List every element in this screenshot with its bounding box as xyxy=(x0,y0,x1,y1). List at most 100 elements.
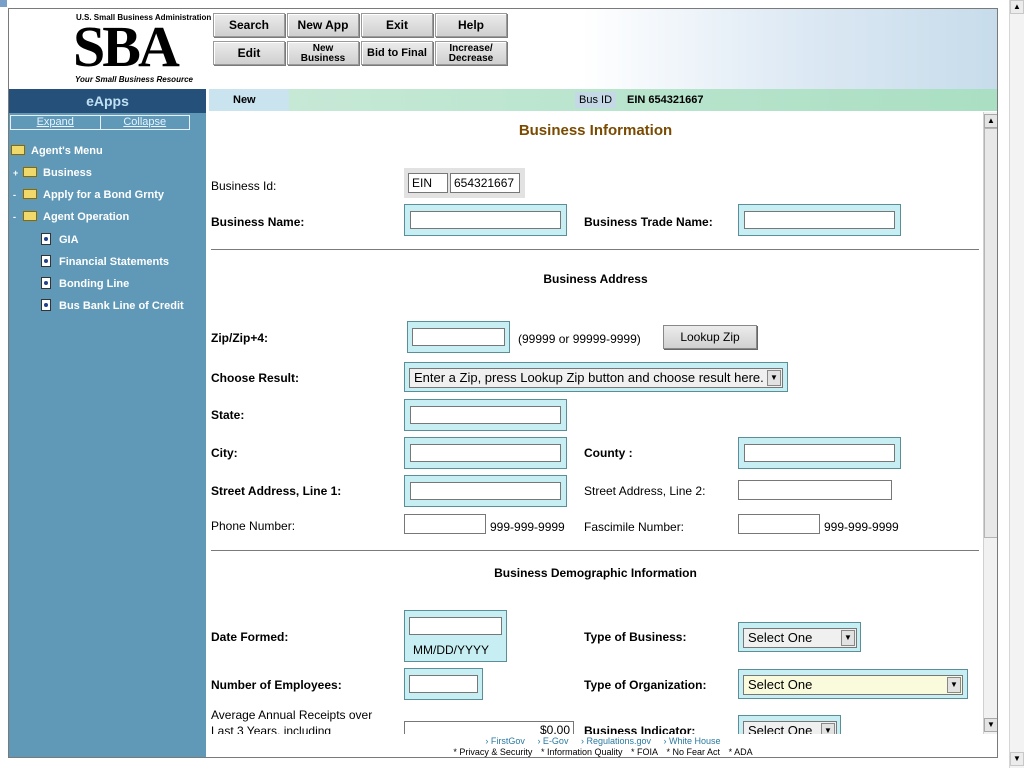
sidebar: eApps Expand Collapse Agent's Menu + Busi… xyxy=(9,89,206,757)
street2-input[interactable] xyxy=(738,480,892,500)
new-business-button[interactable]: New Business xyxy=(287,41,359,65)
city-wrap xyxy=(404,437,567,469)
sidebar-item-gia[interactable]: GIA xyxy=(41,233,79,246)
collapse-link[interactable]: Collapse xyxy=(101,116,190,129)
folder-icon xyxy=(23,167,37,177)
phone-label: Phone Number: xyxy=(211,519,296,533)
content-scrollbar[interactable]: ▲ ▼ xyxy=(983,112,997,734)
document-icon xyxy=(41,233,51,245)
lookup-zip-button[interactable]: Lookup Zip xyxy=(663,325,757,349)
sba-logo: SBA xyxy=(73,14,180,79)
zip-wrap xyxy=(407,321,510,353)
receipts-label-1: Average Annual Receipts over xyxy=(211,708,373,722)
edit-button[interactable]: Edit xyxy=(213,41,285,65)
help-button[interactable]: Help xyxy=(435,13,507,37)
state-label: State: xyxy=(211,408,245,422)
new-app-button[interactable]: New App xyxy=(287,13,359,37)
date-format-hint: MM/DD/YYYY xyxy=(413,643,490,657)
sidebar-item-apply-bond[interactable]: - Apply for a Bond Grnty xyxy=(13,189,164,201)
type-business-wrap: Select One ▼ xyxy=(738,622,861,652)
sidebar-item-financial-statements[interactable]: Financial Statements xyxy=(41,255,169,268)
phone-input[interactable] xyxy=(404,514,486,534)
trade-name-label: Business Trade Name: xyxy=(584,215,713,229)
footer-link-firstgov[interactable]: › FirstGov xyxy=(485,736,525,746)
sidebar-item-bus-bank-line[interactable]: Bus Bank Line of Credit xyxy=(41,299,184,312)
trade-name-input[interactable] xyxy=(744,211,895,229)
agents-menu-label: Agent's Menu xyxy=(31,145,103,157)
employees-input[interactable] xyxy=(409,675,478,693)
street1-label: Street Address, Line 1: xyxy=(211,484,342,498)
document-icon xyxy=(41,277,51,289)
type-business-select[interactable]: Select One ▼ xyxy=(743,628,857,648)
employees-wrap xyxy=(404,668,483,700)
form-content: Business Information Business Id: EIN 65… xyxy=(209,112,982,745)
sidebar-item-label: Business xyxy=(43,167,92,179)
choose-result-select[interactable]: Enter a Zip, press Lookup Zip button and… xyxy=(409,368,783,388)
document-icon xyxy=(41,299,51,311)
trade-name-wrap xyxy=(738,204,901,236)
window-scroll-down-icon[interactable]: ▼ xyxy=(1010,752,1024,766)
window-scrollbar[interactable]: ▲ ▼ xyxy=(1009,0,1024,768)
date-formed-label: Date Formed: xyxy=(211,630,289,644)
type-org-label: Type of Organization: xyxy=(584,678,707,692)
business-name-input[interactable] xyxy=(410,211,561,229)
footer-link-nofear[interactable]: * No Fear Act xyxy=(667,747,721,757)
type-org-select[interactable]: Select One ▼ xyxy=(743,675,963,695)
bus-id-label: Bus ID xyxy=(575,92,617,108)
city-label: City: xyxy=(211,446,238,460)
scroll-thumb[interactable] xyxy=(984,128,997,538)
fax-label: Fascimile Number: xyxy=(584,520,685,534)
choose-result-value: Enter a Zip, press Lookup Zip button and… xyxy=(414,370,764,385)
footer-link-egov[interactable]: › E-Gov xyxy=(537,736,568,746)
date-formed-input[interactable] xyxy=(409,617,502,635)
collapse-toggle-icon: - xyxy=(13,190,16,200)
bid-to-final-button[interactable]: Bid to Final xyxy=(361,41,433,65)
sidebar-item-bonding-line[interactable]: Bonding Line xyxy=(41,277,129,290)
footer-link-ada[interactable]: * ADA xyxy=(729,747,753,757)
corner-icon xyxy=(0,0,7,7)
city-input[interactable] xyxy=(410,444,561,462)
type-org-value: Select One xyxy=(748,677,813,692)
employees-label: Number of Employees: xyxy=(211,678,342,692)
choose-result-wrap: Enter a Zip, press Lookup Zip button and… xyxy=(404,362,788,392)
tab-new[interactable]: New xyxy=(209,89,289,111)
window-scroll-up-icon[interactable]: ▲ xyxy=(1010,0,1024,14)
type-business-value: Select One xyxy=(748,630,813,645)
dropdown-arrow-icon: ▼ xyxy=(767,370,781,386)
footer-link-regulations[interactable]: › Regulations.gov xyxy=(581,736,651,746)
footer-link-whitehouse[interactable]: › White House xyxy=(664,736,721,746)
folder-open-icon xyxy=(23,189,37,199)
scroll-up-icon[interactable]: ▲ xyxy=(984,114,997,128)
sidebar-item-agent-operation[interactable]: - Agent Operation xyxy=(13,211,129,223)
status-bar: New Bus ID EIN 654321667 xyxy=(209,89,997,111)
sidebar-title: eApps xyxy=(9,89,206,113)
expand-collapse-bar: Expand Collapse xyxy=(10,115,190,130)
phone-hint: 999-999-9999 xyxy=(490,520,565,534)
sidebar-item-business[interactable]: + Business xyxy=(13,167,92,179)
footer-link-quality[interactable]: * Information Quality xyxy=(541,747,623,757)
state-input[interactable] xyxy=(410,406,561,424)
county-input[interactable] xyxy=(744,444,895,462)
exit-button[interactable]: Exit xyxy=(361,13,433,37)
increase-decrease-button[interactable]: Increase/ Decrease xyxy=(435,41,507,65)
footer-link-foia[interactable]: * FOIA xyxy=(631,747,658,757)
street1-input[interactable] xyxy=(410,482,561,500)
street2-label: Street Address, Line 2: xyxy=(584,484,706,498)
dropdown-arrow-icon: ▼ xyxy=(841,630,855,646)
street1-wrap xyxy=(404,475,567,507)
county-wrap xyxy=(738,437,901,469)
collapse-toggle-icon: - xyxy=(13,212,16,222)
logo-tagline: Your Small Business Resource xyxy=(75,75,193,84)
expand-link[interactable]: Expand xyxy=(11,116,101,129)
scroll-down-icon[interactable]: ▼ xyxy=(984,718,997,732)
document-icon xyxy=(41,255,51,267)
footer-link-privacy[interactable]: * Privacy & Security xyxy=(453,747,532,757)
sidebar-item-label: Apply for a Bond Grnty xyxy=(43,189,164,201)
zip-input[interactable] xyxy=(412,328,505,346)
header: U.S. Small Business Administration SBA Y… xyxy=(9,9,997,89)
agents-menu[interactable]: Agent's Menu xyxy=(11,145,103,157)
search-button[interactable]: Search xyxy=(213,13,285,37)
fax-input[interactable] xyxy=(738,514,820,534)
expand-toggle-icon: + xyxy=(13,168,19,178)
business-id-box: EIN 654321667 xyxy=(404,168,525,198)
